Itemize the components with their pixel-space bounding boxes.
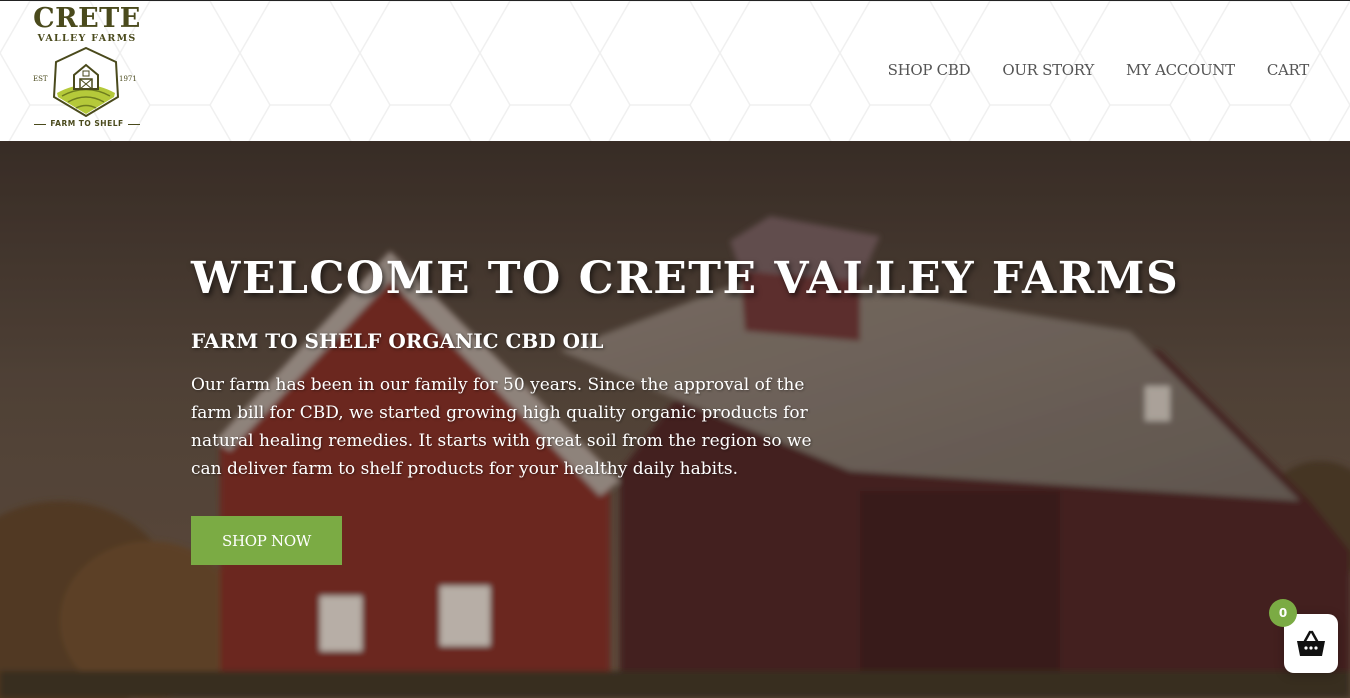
logo-tagline: FARM TO SHELF (30, 119, 144, 128)
main-nav: SHOP CBD OUR STORY MY ACCOUNT CART (888, 61, 1310, 79)
site-header: CRETE VALLEY FARMS EST 1971 FARM TO SHEL… (0, 0, 1350, 141)
logo-year: 1971 (119, 75, 137, 83)
logo-title: CRETE (33, 3, 141, 34)
nav-item-shop-cbd[interactable]: SHOP CBD (888, 61, 971, 79)
hero-description: Our farm has been in our family for 50 y… (191, 375, 812, 479)
logo-est-label: EST (33, 75, 48, 83)
site-logo[interactable]: CRETE VALLEY FARMS EST 1971 FARM TO SHEL… (30, 5, 144, 133)
logo-subtitle: VALLEY FARMS (37, 33, 137, 44)
barn-badge-icon (52, 47, 120, 117)
nav-item-my-account[interactable]: MY ACCOUNT (1126, 61, 1235, 79)
nav-item-our-story[interactable]: OUR STORY (1002, 61, 1094, 79)
cart-count-badge: 0 (1269, 599, 1297, 627)
nav-item-cart[interactable]: CART (1267, 61, 1309, 79)
hero-title: WELCOME TO CRETE VALLEY FARMS (191, 253, 1180, 304)
hero-section: WELCOME TO CRETE VALLEY FARMS FARM TO SH… (0, 141, 1350, 698)
hero-subtitle: FARM TO SHELF ORGANIC CBD OIL (191, 329, 604, 353)
basket-icon (1297, 630, 1325, 656)
shop-now-button[interactable]: SHOP NOW (191, 516, 342, 565)
